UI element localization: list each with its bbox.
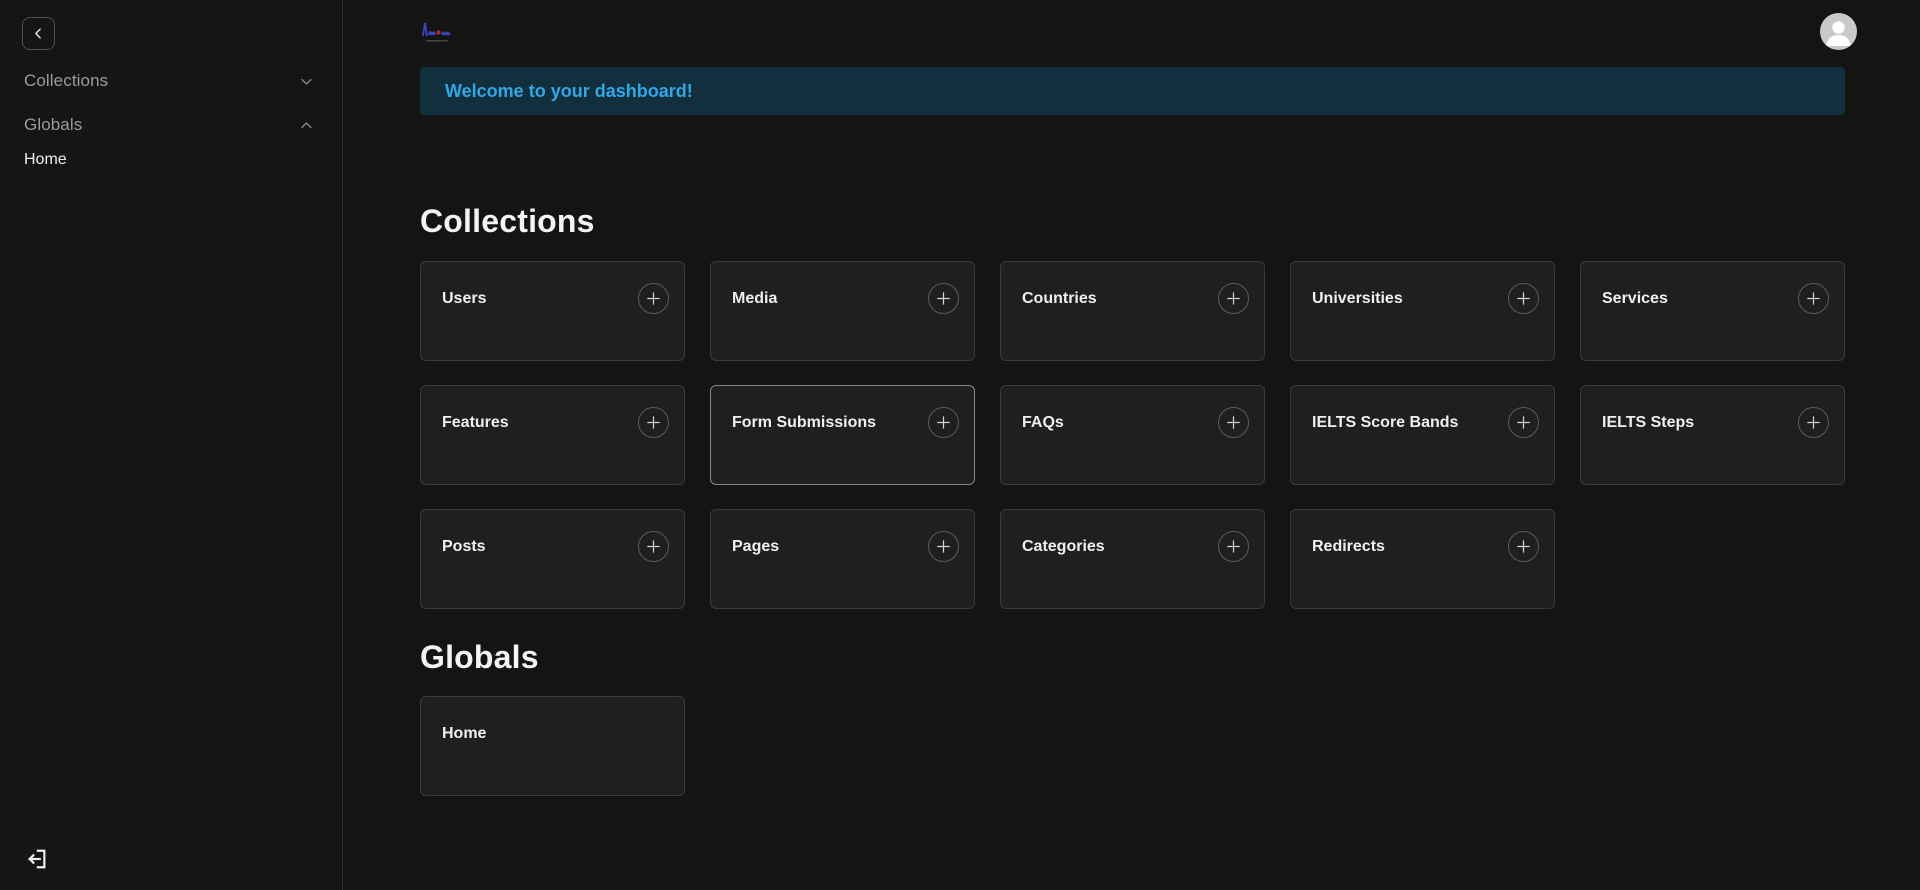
plus-icon — [645, 414, 662, 431]
chevron-up-icon — [299, 118, 314, 133]
collection-card[interactable]: Features — [420, 385, 685, 485]
card-label: Media — [732, 290, 778, 307]
add-new-button[interactable] — [1798, 407, 1829, 438]
sidebar-group-label: Collections — [24, 71, 109, 90]
site-logo-icon[interactable] — [420, 19, 458, 45]
user-silhouette-icon — [1820, 13, 1857, 50]
globals-card-grid: Home — [420, 696, 1845, 796]
add-new-button[interactable] — [1218, 531, 1249, 562]
card-label: Features — [442, 414, 509, 431]
add-new-button[interactable] — [1218, 283, 1249, 314]
plus-icon — [1225, 414, 1242, 431]
add-new-button[interactable] — [928, 407, 959, 438]
card-label: Services — [1602, 290, 1668, 307]
add-new-button[interactable] — [928, 531, 959, 562]
add-new-button[interactable] — [638, 407, 669, 438]
chevron-down-icon — [299, 74, 314, 89]
sidebar-group-globals[interactable]: Globals — [0, 112, 342, 138]
add-new-button[interactable] — [1798, 283, 1829, 314]
plus-icon — [1225, 290, 1242, 307]
plus-icon — [935, 414, 952, 431]
card-label: Redirects — [1312, 538, 1385, 555]
card-label: Form Submissions — [732, 414, 877, 431]
collections-section-title: Collections — [420, 203, 595, 239]
collections-card-grid: Users Media Countries Universities Servi — [420, 261, 1845, 609]
collection-card[interactable]: Form Submissions — [710, 385, 975, 485]
add-new-button[interactable] — [1508, 531, 1539, 562]
topbar — [420, 0, 1857, 67]
chevron-left-icon — [32, 27, 45, 40]
add-new-button[interactable] — [1508, 407, 1539, 438]
collection-card[interactable]: Posts — [420, 509, 685, 609]
plus-icon — [1515, 414, 1532, 431]
collection-card[interactable]: Redirects — [1290, 509, 1555, 609]
card-label: Universities — [1312, 290, 1403, 307]
card-label: Home — [442, 725, 487, 742]
sidebar-group-label: Globals — [24, 115, 83, 134]
welcome-banner: Welcome to your dashboard! — [420, 67, 1845, 115]
add-new-button[interactable] — [638, 283, 669, 314]
card-label: Pages — [732, 538, 780, 555]
collection-card[interactable]: Users — [420, 261, 685, 361]
add-new-button[interactable] — [1508, 283, 1539, 314]
collection-card[interactable]: Services — [1580, 261, 1845, 361]
collection-card[interactable]: Pages — [710, 509, 975, 609]
plus-icon — [1805, 290, 1822, 307]
plus-icon — [935, 290, 952, 307]
collection-card[interactable]: Home — [420, 696, 685, 796]
collection-card[interactable]: FAQs — [1000, 385, 1265, 485]
plus-icon — [935, 538, 952, 555]
welcome-banner-text: Welcome to your dashboard! — [445, 80, 693, 101]
add-new-button[interactable] — [928, 283, 959, 314]
card-label: IELTS Score Bands — [1312, 414, 1459, 431]
plus-icon — [645, 290, 662, 307]
collection-card[interactable]: IELTS Score Bands — [1290, 385, 1555, 485]
plus-icon — [1225, 538, 1242, 555]
log-out-icon — [26, 848, 48, 870]
plus-icon — [1805, 414, 1822, 431]
card-label: Categories — [1022, 538, 1105, 555]
collection-card[interactable]: Media — [710, 261, 975, 361]
account-avatar[interactable] — [1820, 13, 1857, 50]
sidebar-item-label: Home — [24, 151, 67, 168]
globals-section-title: Globals — [420, 639, 539, 675]
sidebar-group-collections[interactable]: Collections — [0, 68, 342, 94]
collection-card[interactable]: Universities — [1290, 261, 1555, 361]
card-label: FAQs — [1022, 414, 1064, 431]
plus-icon — [645, 538, 662, 555]
logout-button[interactable] — [24, 846, 50, 872]
plus-icon — [1515, 290, 1532, 307]
sidebar-item-home[interactable]: Home — [0, 148, 342, 172]
collection-card[interactable]: Countries — [1000, 261, 1265, 361]
dashboard-main: Welcome to your dashboard! Collections U… — [344, 0, 1920, 890]
collection-card[interactable]: IELTS Steps — [1580, 385, 1845, 485]
add-new-button[interactable] — [1218, 407, 1249, 438]
sidebar: Collections Globals Home — [0, 0, 343, 890]
card-label: IELTS Steps — [1602, 414, 1695, 431]
add-new-button[interactable] — [638, 531, 669, 562]
collapse-sidebar-button[interactable] — [22, 17, 55, 50]
collection-card[interactable]: Categories — [1000, 509, 1265, 609]
plus-icon — [1515, 538, 1532, 555]
card-label: Countries — [1022, 290, 1097, 307]
card-label: Posts — [442, 538, 486, 555]
card-label: Users — [442, 290, 487, 307]
